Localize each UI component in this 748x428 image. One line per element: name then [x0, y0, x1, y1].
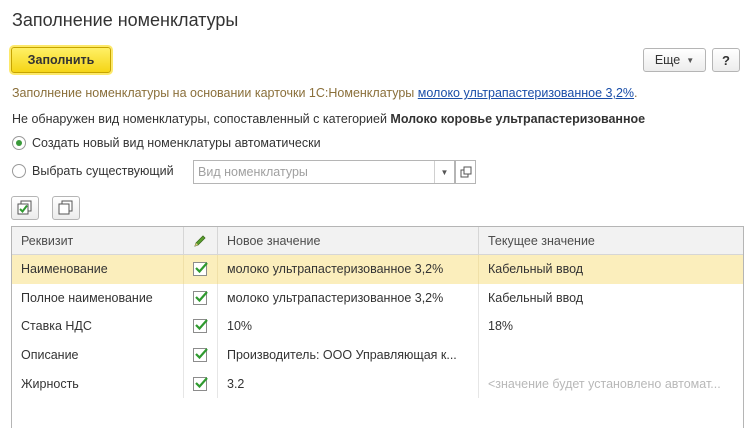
- table-row[interactable]: Наименование молоко ультрапастеризованно…: [12, 255, 743, 284]
- uncheck-all-icon: [58, 200, 73, 215]
- help-button[interactable]: ?: [712, 48, 740, 72]
- notice-text: Не обнаружен вид номенклатуры, сопоставл…: [12, 112, 645, 126]
- checkbox-cell[interactable]: [184, 255, 218, 284]
- table-row[interactable]: Описание Производитель: ООО Управляющая …: [12, 340, 743, 370]
- radio-button[interactable]: [12, 164, 26, 178]
- checkbox-checked[interactable]: [193, 348, 208, 363]
- fill-button[interactable]: Заполнить: [11, 47, 111, 73]
- dropdown-arrow-icon[interactable]: ▼: [434, 161, 454, 183]
- current-value-cell: Кабельный ввод: [488, 262, 584, 277]
- checkbox-checked[interactable]: [193, 376, 208, 391]
- radio-choose-label: Выбрать существующий: [32, 164, 174, 178]
- radio-create-label: Создать новый вид номенклатуры автоматич…: [32, 136, 321, 150]
- radio-choose-existing[interactable]: Выбрать существующий: [12, 164, 174, 178]
- column-header-attribute[interactable]: Реквизит: [12, 227, 184, 255]
- attribute-cell: Наименование: [12, 255, 184, 284]
- uncheck-all-button[interactable]: [52, 196, 80, 220]
- table-row[interactable]: Жирность 3.2 <значение будет установлено…: [12, 369, 743, 398]
- checkbox-cell[interactable]: [184, 340, 218, 370]
- checkbox-checked[interactable]: [193, 262, 208, 277]
- radio-button-selected[interactable]: [12, 136, 26, 150]
- new-value-cell: Производитель: ООО Управляющая к...: [218, 340, 479, 370]
- radio-create-new[interactable]: Создать новый вид номенклатуры автоматич…: [12, 136, 321, 150]
- new-value-cell: 10%: [218, 312, 479, 341]
- attribute-cell: Описание: [12, 340, 184, 370]
- checkbox-cell[interactable]: [184, 369, 218, 398]
- info-prefix: Заполнение номенклатуры на основании кар…: [12, 86, 418, 100]
- more-button-label: Еще: [654, 53, 681, 67]
- current-value-cell: [479, 341, 743, 370]
- attribute-cell: Полное наименование: [12, 283, 184, 313]
- checkbox-checked[interactable]: [193, 290, 208, 305]
- nomenclature-card-link[interactable]: молоко ультрапастеризованное 3,2%: [418, 86, 634, 100]
- pencil-icon: [194, 235, 206, 247]
- checkbox-cell[interactable]: [184, 283, 218, 313]
- info-text: Заполнение номенклатуры на основании кар…: [12, 86, 638, 100]
- check-all-icon: [17, 200, 32, 215]
- form-title: Заполнение номенклатуры: [12, 10, 239, 30]
- new-value-cell: молоко ультрапастеризованное 3,2%: [218, 255, 479, 284]
- column-header-current-value[interactable]: Текущее значение: [479, 227, 743, 255]
- attributes-table: Реквизит Новое значение Текущее значение…: [11, 226, 744, 428]
- nomenclature-kind-input[interactable]: Вид номенклатуры ▼: [193, 160, 455, 184]
- info-suffix: .: [634, 86, 638, 100]
- more-button[interactable]: Еще ▼: [643, 48, 706, 72]
- table-row[interactable]: Полное наименование молоко ультрапастери…: [12, 283, 743, 313]
- open-icon[interactable]: [455, 160, 476, 184]
- current-value-cell: Кабельный ввод: [488, 290, 584, 305]
- attribute-cell: Жирность: [12, 369, 184, 398]
- table-row[interactable]: Ставка НДС 10% 18%: [12, 312, 743, 341]
- column-header-edit[interactable]: [184, 227, 218, 255]
- current-value-cell: <значение будет установлено автомат...: [488, 376, 721, 391]
- check-all-button[interactable]: [11, 196, 39, 220]
- checkbox-checked[interactable]: [193, 319, 208, 334]
- table-header: Реквизит Новое значение Текущее значение: [12, 227, 743, 255]
- new-value-cell: 3.2: [218, 369, 479, 398]
- current-value-cell: 18%: [488, 319, 514, 334]
- nomenclature-kind-placeholder: Вид номенклатуры: [198, 165, 308, 179]
- chevron-down-icon: ▼: [686, 55, 695, 65]
- checkbox-cell[interactable]: [184, 312, 218, 341]
- new-value-cell: молоко ультрапастеризованное 3,2%: [218, 283, 479, 313]
- notice-prefix: Не обнаружен вид номенклатуры, сопоставл…: [12, 112, 391, 126]
- attribute-cell: Ставка НДС: [12, 312, 184, 341]
- column-header-new-value[interactable]: Новое значение: [218, 227, 479, 255]
- category-name: Молоко коровье ультрапастеризованное: [390, 112, 646, 126]
